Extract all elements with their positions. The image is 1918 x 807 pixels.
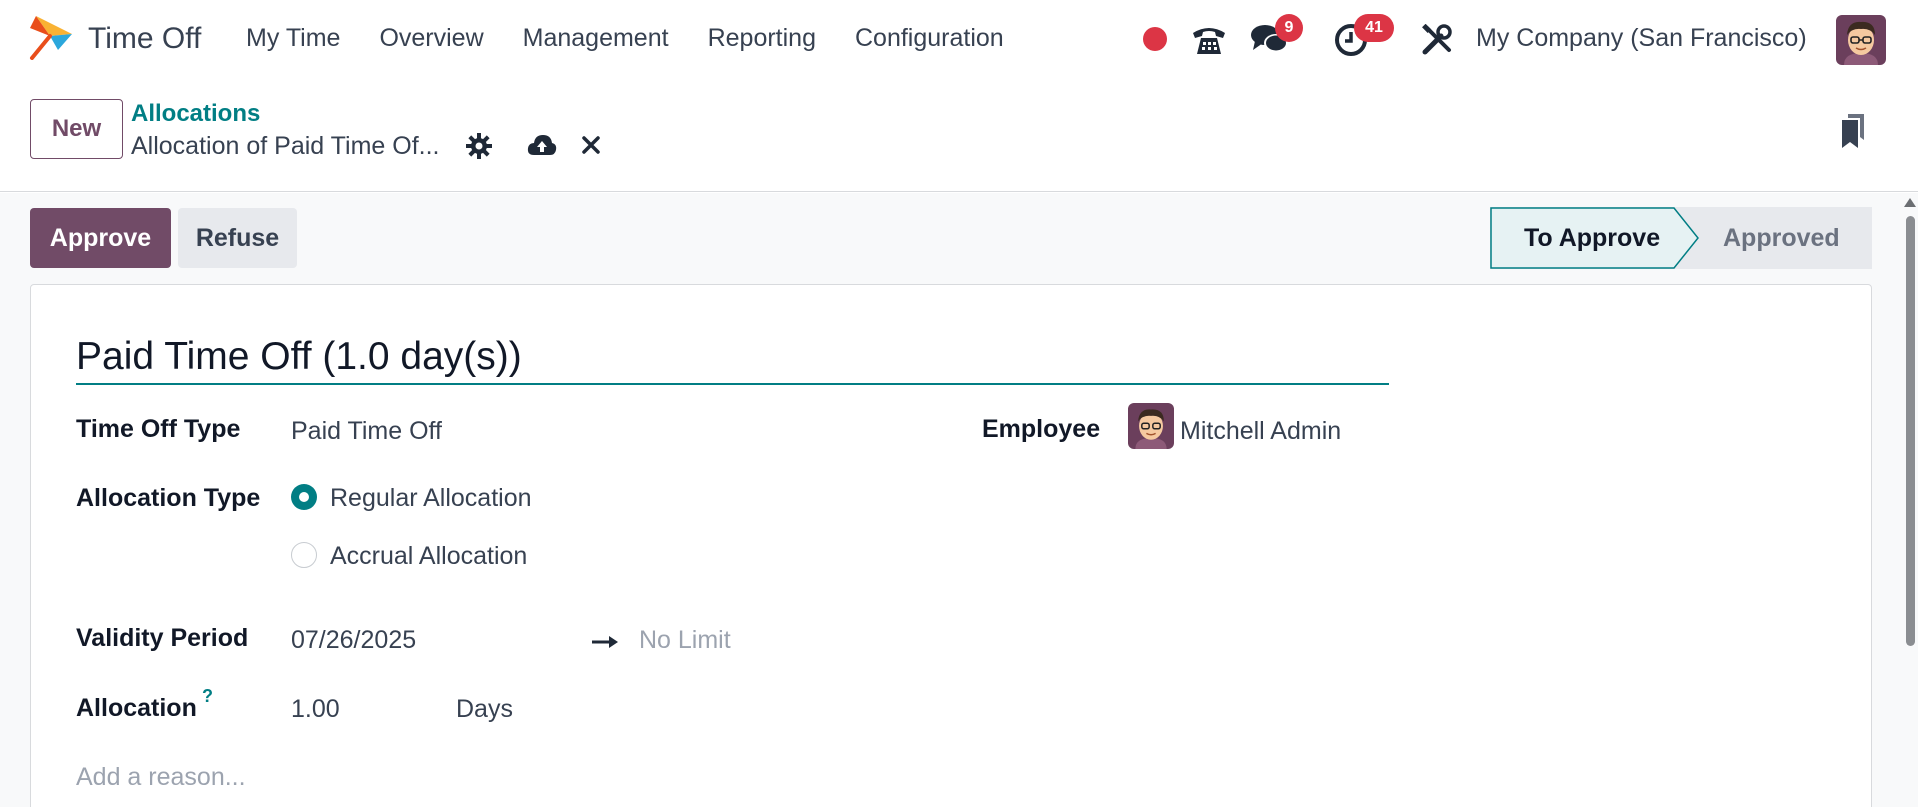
allocation-label: Allocation <box>76 694 197 722</box>
bookmark-icon[interactable] <box>1840 114 1866 153</box>
main-menu: My Time Overview Management Reporting Co… <box>246 24 1043 53</box>
activities-badge: 41 <box>1354 14 1394 42</box>
allocation-unit: Days <box>456 695 513 723</box>
refuse-button[interactable]: Refuse <box>178 208 297 268</box>
time-off-type-label: Time Off Type <box>76 415 241 443</box>
gear-icon[interactable] <box>466 133 492 164</box>
time-off-app-icon[interactable] <box>28 14 74 60</box>
top-navbar: Time Off My Time Overview Management Rep… <box>0 0 1918 80</box>
scroll-up-arrow[interactable] <box>1904 198 1916 207</box>
form-view: Approve Refuse To Approve Approved Paid … <box>0 193 1918 807</box>
allocation-amount-field[interactable]: 1.00 <box>291 695 340 724</box>
time-off-type-field[interactable]: Paid Time Off <box>291 417 442 446</box>
menu-overview[interactable]: Overview <box>379 24 483 53</box>
regular-allocation-radio[interactable] <box>291 484 317 510</box>
employee-label: Employee <box>982 415 1101 443</box>
cloud-upload-icon[interactable] <box>527 133 557 162</box>
reason-field[interactable]: Add a reason... <box>76 763 246 792</box>
employee-avatar <box>1128 403 1174 449</box>
user-avatar[interactable] <box>1836 15 1886 65</box>
vertical-scrollbar[interactable] <box>1904 198 1916 648</box>
app-name[interactable]: Time Off <box>88 22 201 56</box>
record-title[interactable]: Paid Time Off (1.0 day(s)) <box>76 335 522 379</box>
validity-period-label: Validity Period <box>76 624 249 652</box>
allocation-help-tooltip[interactable]: ? <box>202 686 213 707</box>
scroll-thumb[interactable] <box>1906 216 1915 646</box>
company-switcher[interactable]: My Company (San Francisco) <box>1476 24 1807 53</box>
phone-icon[interactable] <box>1190 21 1228 64</box>
approve-button[interactable]: Approve <box>30 208 171 268</box>
menu-reporting[interactable]: Reporting <box>708 24 816 53</box>
regular-allocation-label[interactable]: Regular Allocation <box>330 484 532 513</box>
menu-my-time[interactable]: My Time <box>246 24 340 53</box>
employee-field[interactable]: Mitchell Admin <box>1180 417 1341 446</box>
status-to-approve[interactable]: To Approve <box>1524 224 1660 253</box>
title-underline <box>76 383 1389 385</box>
menu-management[interactable]: Management <box>523 24 669 53</box>
allocation-type-label: Allocation Type <box>76 484 261 512</box>
breadcrumb-allocations[interactable]: Allocations <box>131 100 260 128</box>
messages-badge: 9 <box>1275 14 1303 42</box>
menu-configuration[interactable]: Configuration <box>855 24 1004 53</box>
accrual-allocation-label[interactable]: Accrual Allocation <box>330 542 527 571</box>
tools-icon[interactable] <box>1421 23 1453 61</box>
control-panel: New Allocations Allocation of Paid Time … <box>0 80 1918 192</box>
new-button[interactable]: New <box>30 99 123 159</box>
breadcrumb-current-record: Allocation of Paid Time Of... <box>131 132 440 160</box>
status-bar: To Approve Approved <box>1490 207 1872 269</box>
accrual-allocation-radio[interactable] <box>291 542 317 568</box>
validity-end-field[interactable]: No Limit <box>639 626 731 655</box>
record-dot-icon[interactable] <box>1143 27 1167 51</box>
arrow-right-icon <box>591 634 619 655</box>
validity-start-field[interactable]: 07/26/2025 <box>291 626 416 655</box>
status-approved[interactable]: Approved <box>1723 224 1840 253</box>
close-icon[interactable] <box>582 136 600 159</box>
form-sheet: Paid Time Off (1.0 day(s)) Time Off Type… <box>30 284 1872 807</box>
